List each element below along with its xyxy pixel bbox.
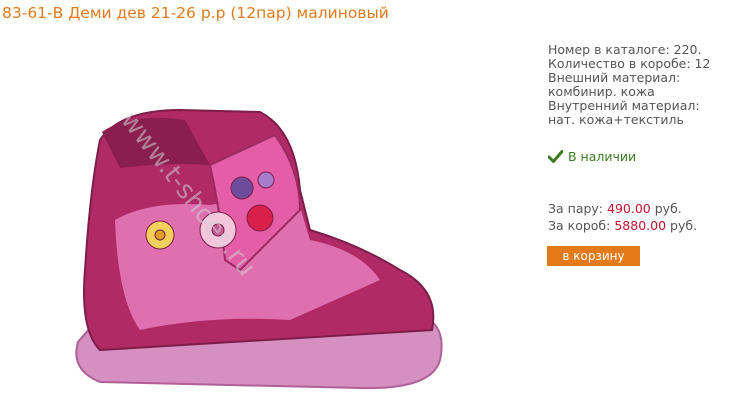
pair-price-label: За пару: [548, 201, 604, 216]
product-title: 83-61-В Деми дев 21-26 р.р (12пар) малин… [2, 4, 389, 22]
stock-status: В наличии [548, 149, 636, 164]
outer-material-label: Внешний материал: [548, 70, 681, 85]
pair-price-currency: руб. [654, 201, 682, 216]
product-image: www.t-shoes.ru [75, 106, 443, 390]
price-block: За пару: 490.00 руб. За короб: 5880.00 р… [548, 200, 697, 234]
stock-label: В наличии [568, 149, 637, 164]
box-price-currency: руб. [670, 218, 698, 233]
add-to-cart-button[interactable]: в корзину [547, 246, 640, 266]
check-icon [548, 150, 563, 163]
box-price-label: За короб: [548, 218, 611, 233]
pair-price-amount: 490.00 [607, 201, 651, 216]
outer-material-value: комбинир. кожа [548, 84, 655, 99]
product-details: Номер в каталоге: 220. Количество в коро… [548, 43, 728, 127]
inner-material: Внутренний материал: нат. кожа+текстиль [548, 98, 700, 127]
price-per-pair: За пару: 490.00 руб. [548, 200, 697, 217]
price-per-box: За короб: 5880.00 руб. [548, 217, 697, 234]
catalog-number: Номер в каталоге: 220. [548, 42, 702, 57]
box-price-amount: 5880.00 [614, 218, 667, 233]
box-quantity: Количество в коробе: 12 [548, 56, 711, 71]
